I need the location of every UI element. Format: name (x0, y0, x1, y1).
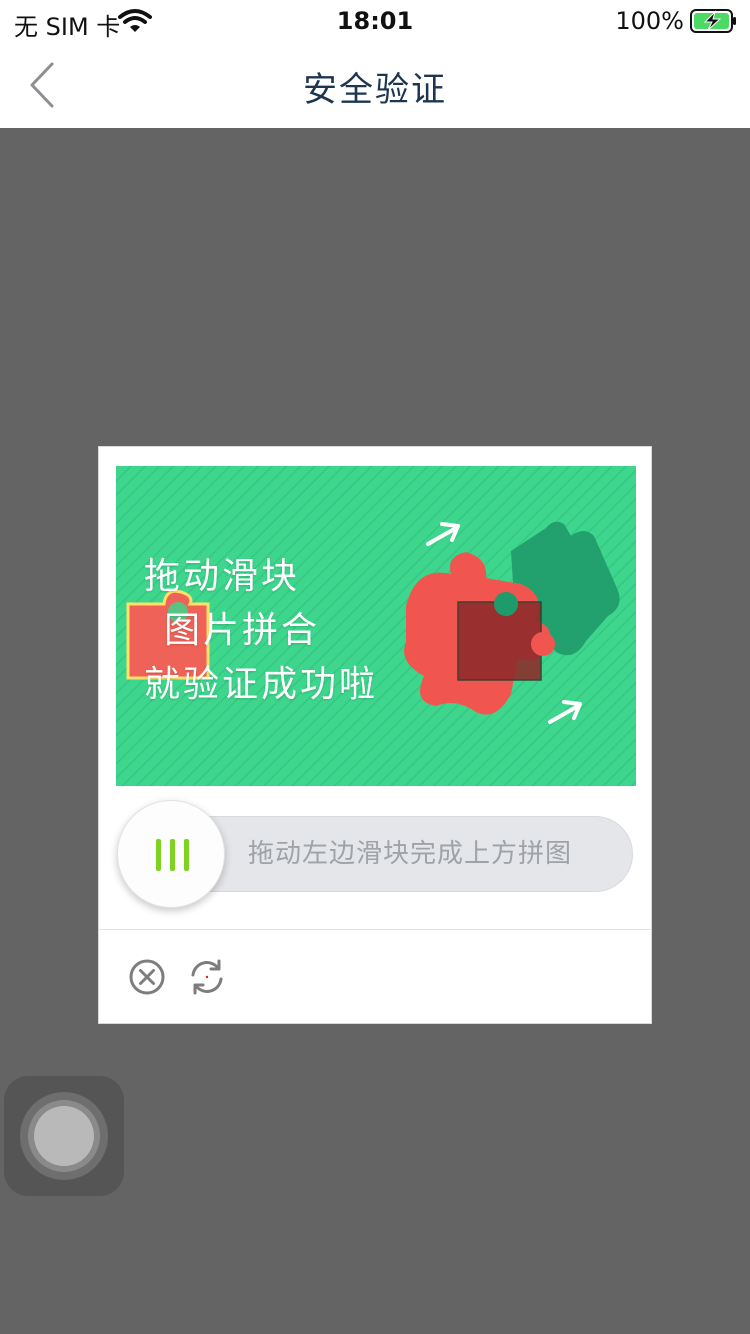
puzzle-text-line-3: 就验证成功啦 (144, 664, 379, 705)
battery-percent: 100% (615, 7, 684, 35)
battery-charging-icon (690, 9, 736, 33)
footer-divider (99, 929, 651, 930)
puzzle-text-line-1: 拖动滑块 (144, 556, 301, 597)
refresh-icon[interactable] (187, 957, 227, 997)
captcha-puzzle-image: 拖动滑块 图片拼合 就验证成功啦 (116, 466, 636, 786)
captcha-dialog: 拖动滑块 图片拼合 就验证成功啦 拖动左边滑块完成上方拼图 (98, 446, 652, 1024)
close-circle-icon[interactable] (127, 957, 167, 997)
top-bar: 无 SIM 卡 18:01 100% 安全验证 (0, 0, 750, 128)
puzzle-text-line-2: 图片拼合 (164, 610, 321, 651)
status-bar: 无 SIM 卡 18:01 100% (0, 0, 750, 42)
slider-hint: 拖动左边滑块完成上方拼图 (248, 839, 573, 869)
slider-handle[interactable] (117, 800, 225, 908)
drag-handle-icon (156, 839, 189, 871)
page-title: 安全验证 (303, 70, 447, 110)
assistive-touch-dot (34, 1106, 94, 1166)
assistive-touch-icon[interactable] (4, 1076, 124, 1196)
